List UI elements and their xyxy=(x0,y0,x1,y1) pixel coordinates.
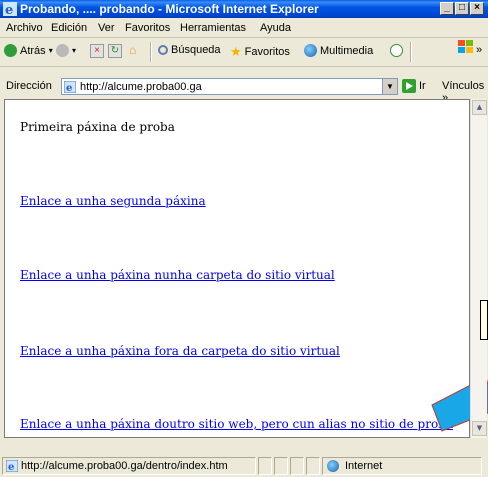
link-fora-carpeta[interactable]: Enlace a unha páxina fora da carpeta do … xyxy=(20,344,340,358)
history-icon xyxy=(390,44,403,57)
go-label: Ir xyxy=(419,80,426,92)
menu-archivo[interactable]: Archivo xyxy=(6,22,43,34)
back-arrow-icon xyxy=(4,44,17,57)
toolbar-separator xyxy=(150,42,152,62)
address-dropdown-button[interactable]: ▼ xyxy=(382,79,397,94)
search-button[interactable]: Búsqueda xyxy=(158,44,221,56)
favorites-label: Favoritos xyxy=(244,46,290,58)
title-bar[interactable]: e Probando, .... probando - Microsoft In… xyxy=(0,0,488,18)
minimize-button[interactable]: _ xyxy=(440,2,454,15)
back-button[interactable]: Atrás ▾ xyxy=(4,44,53,57)
chevron-down-icon: ▼ xyxy=(386,82,394,91)
stop-icon: × xyxy=(90,44,104,58)
refresh-button[interactable]: ↻ xyxy=(108,44,122,58)
window-title: Probando, .... probando - Microsoft Inte… xyxy=(20,2,319,16)
menu-herramientas[interactable]: Herramientas xyxy=(180,22,246,34)
menu-ver[interactable]: Ver xyxy=(98,22,115,34)
status-bar: e http://alcume.proba00.ga/dentro/index.… xyxy=(0,440,488,477)
vertical-scrollbar[interactable]: ▲ ▼ xyxy=(470,99,487,438)
status-panel xyxy=(290,457,304,475)
svg-text:e: e xyxy=(8,462,14,472)
address-bar: Dirección e http://alcume.proba00.ga ▼ I… xyxy=(0,77,488,104)
globe-icon xyxy=(327,460,339,472)
svg-text:e: e xyxy=(5,3,13,16)
multimedia-icon xyxy=(304,44,317,57)
address-input[interactable]: e http://alcume.proba00.ga ▼ xyxy=(61,78,398,95)
link-segunda-paxina[interactable]: Enlace a unha segunda páxina xyxy=(20,194,206,208)
status-panel xyxy=(306,457,320,475)
toolbar-more-label: » xyxy=(476,44,483,56)
ie-icon: e xyxy=(3,2,17,16)
back-dropdown-icon: ▾ xyxy=(48,46,53,55)
close-button[interactable]: × xyxy=(470,2,484,15)
browser-window: e Probando, .... probando - Microsoft In… xyxy=(0,0,488,477)
link-carpeta-sitio-virtual[interactable]: Enlace a unha páxina nunha carpeta do si… xyxy=(20,268,335,282)
history-button[interactable] xyxy=(390,44,403,57)
toolbar-more-button[interactable]: » xyxy=(476,44,482,56)
go-arrow-icon xyxy=(402,79,416,93)
menu-favoritos[interactable]: Favoritos xyxy=(125,22,170,34)
tooltip-edge xyxy=(480,300,488,340)
back-label: Atrás xyxy=(20,44,46,57)
page-heading: Primeira páxina de proba xyxy=(20,120,175,134)
maximize-button[interactable]: □ xyxy=(455,2,469,15)
home-button[interactable]: ⌂ xyxy=(129,44,142,56)
search-label: Búsqueda xyxy=(171,44,221,56)
status-panel xyxy=(274,457,288,475)
scroll-down-button[interactable]: ▼ xyxy=(472,421,487,436)
status-url-panel: e http://alcume.proba00.ga/dentro/index.… xyxy=(2,457,256,475)
toolbar-separator xyxy=(410,42,412,62)
refresh-icon: ↻ xyxy=(108,44,122,58)
forward-arrow-icon xyxy=(56,44,69,57)
standard-toolbar: Atrás ▾ ▾ × ↻ ⌂ Búsqueda ★ Favoritos Mul… xyxy=(0,38,488,67)
zone-label: Internet xyxy=(345,460,383,472)
scroll-up-button[interactable]: ▲ xyxy=(472,100,487,115)
menu-edicion[interactable]: Edición xyxy=(51,22,87,34)
forward-dropdown-icon: ▾ xyxy=(72,46,77,55)
stop-button[interactable]: × xyxy=(90,44,104,58)
favorites-star-icon: ★ xyxy=(230,44,242,59)
search-icon xyxy=(158,45,168,55)
address-url: http://alcume.proba00.ga xyxy=(80,81,202,93)
menu-bar: Archivo Edición Ver Favoritos Herramient… xyxy=(0,19,488,53)
page-icon: e xyxy=(6,460,18,472)
svg-text:e: e xyxy=(66,83,72,93)
multimedia-label: Multimedia xyxy=(320,44,374,57)
address-label: Dirección xyxy=(6,80,52,92)
go-button[interactable]: Ir xyxy=(402,79,426,93)
menu-ayuda[interactable]: Ayuda xyxy=(260,22,291,34)
page-content: Primeira páxina de proba Enlace a unha s… xyxy=(4,99,470,438)
multimedia-button[interactable]: Multimedia xyxy=(304,44,373,57)
favorites-button[interactable]: ★ Favoritos xyxy=(230,44,290,60)
page-icon: e xyxy=(64,81,76,93)
status-panel xyxy=(258,457,272,475)
status-url: http://alcume.proba00.ga/dentro/index.ht… xyxy=(21,460,228,472)
forward-button[interactable]: ▾ xyxy=(56,44,76,57)
link-outro-sitio-alias[interactable]: Enlace a unha páxina doutro sitio web, p… xyxy=(20,417,453,431)
home-icon: ⌂ xyxy=(129,43,137,57)
status-zone-panel: Internet xyxy=(322,457,482,475)
